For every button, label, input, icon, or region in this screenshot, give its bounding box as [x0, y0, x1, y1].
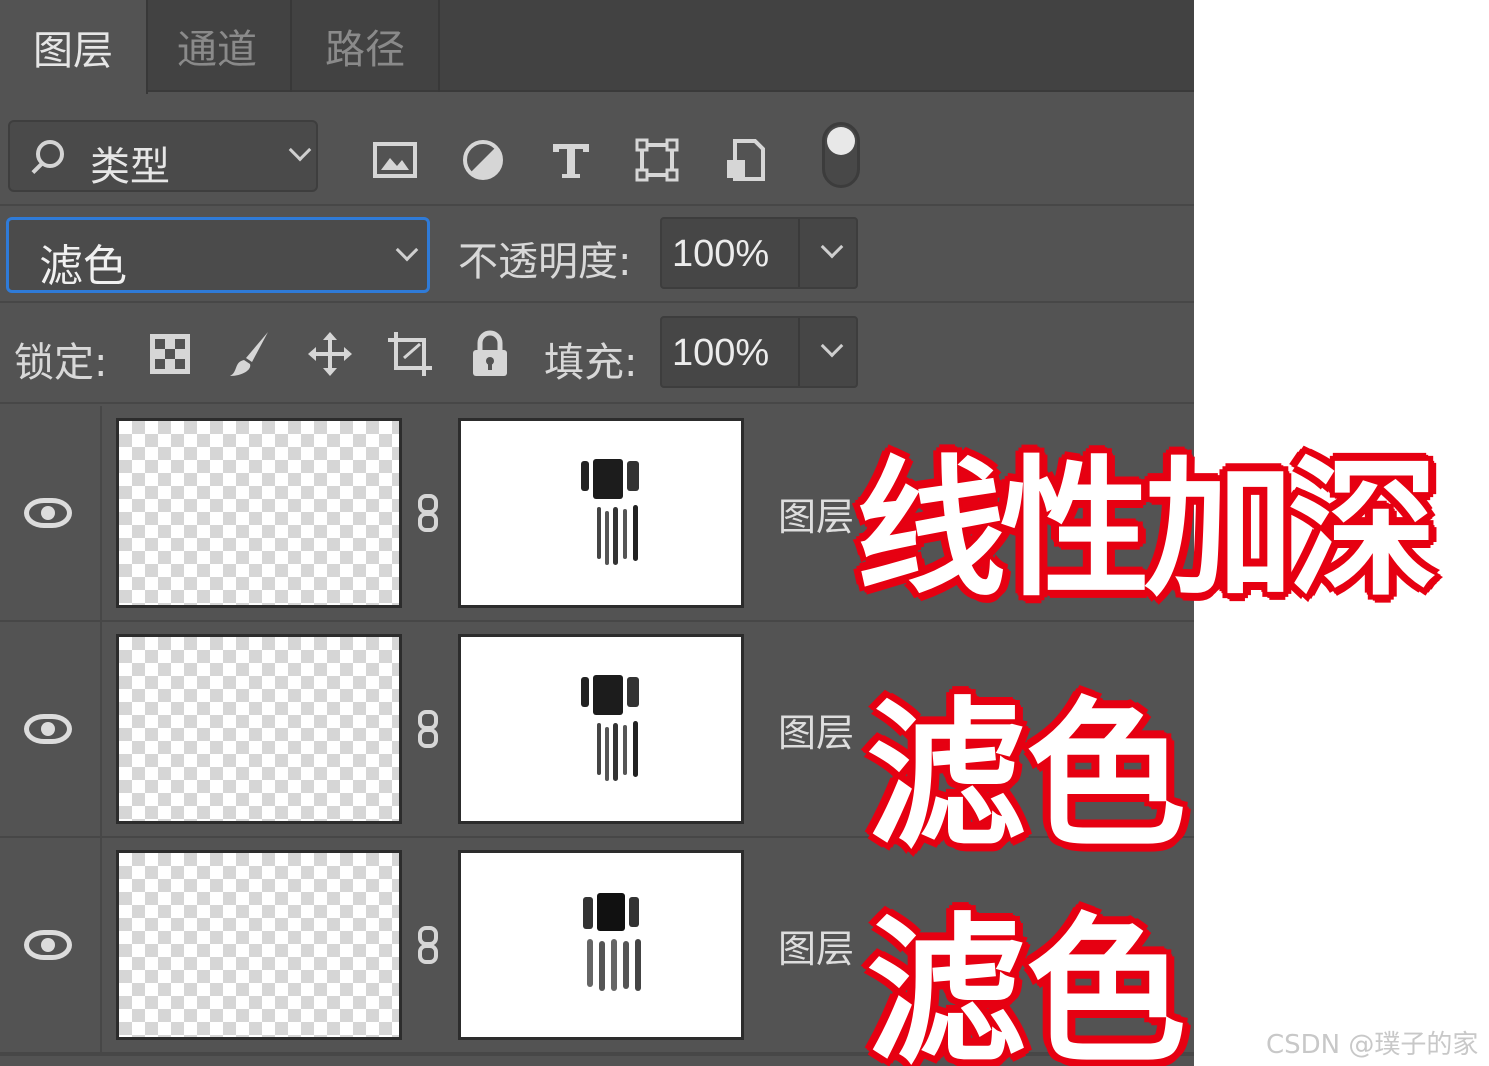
fill-field[interactable]: 100%: [660, 316, 858, 388]
link-icon[interactable]: [414, 494, 442, 536]
layer-thumbnail[interactable]: [116, 634, 402, 824]
visibility-column[interactable]: [0, 838, 102, 1054]
annotation-screen: 滤色: [866, 682, 1187, 869]
chevron-down-icon[interactable]: [820, 334, 844, 358]
lock-image-pixels-icon[interactable]: [226, 330, 274, 378]
panel-tab-bar: 图层 通道 路径: [0, 0, 1194, 94]
filter-row: 类型: [0, 94, 1194, 206]
annotation-linear-burn: 线性加深: [856, 443, 1438, 617]
eye-icon[interactable]: [24, 930, 72, 960]
blend-mode-value: 滤色: [39, 241, 127, 292]
opacity-field[interactable]: 100%: [660, 217, 858, 289]
layer-mask-thumbnail[interactable]: [458, 418, 744, 608]
adjustment-filter-icon[interactable]: [460, 138, 506, 182]
tab-paths[interactable]: 路径: [292, 0, 440, 92]
opacity-value[interactable]: 100%: [672, 233, 769, 276]
tab-channels[interactable]: 通道: [144, 0, 292, 92]
visibility-column[interactable]: [0, 622, 102, 838]
tab-layers[interactable]: 图层: [0, 0, 148, 94]
search-icon: [36, 140, 64, 168]
link-icon[interactable]: [414, 710, 442, 752]
chevron-down-icon: [395, 238, 419, 262]
chevron-down-icon[interactable]: [820, 235, 844, 259]
image-filter-icon[interactable]: [372, 138, 418, 182]
lock-label: 锁定:: [14, 340, 108, 386]
shape-filter-icon[interactable]: [634, 138, 680, 182]
field-divider: [798, 318, 800, 386]
fill-value[interactable]: 100%: [672, 332, 769, 375]
link-icon[interactable]: [414, 926, 442, 968]
field-divider: [798, 219, 800, 287]
layer-thumbnail[interactable]: [116, 850, 402, 1040]
layer-mask-thumbnail[interactable]: [458, 850, 744, 1040]
blend-row: 滤色 不透明度: 100%: [0, 207, 1194, 303]
fill-label: 填充:: [544, 340, 638, 386]
lock-transparent-pixels-icon[interactable]: [146, 330, 194, 378]
filter-kind-dropdown[interactable]: 类型: [8, 120, 318, 192]
blend-mode-dropdown[interactable]: 滤色: [6, 217, 430, 293]
filter-kind-label: 类型: [90, 144, 170, 190]
watermark: CSDN @璞子的家: [1266, 1030, 1479, 1060]
lock-artboard-icon[interactable]: [386, 330, 434, 378]
layer-name[interactable]: 图层: [778, 486, 854, 541]
annotation-screen: 滤色: [866, 898, 1187, 1066]
opacity-label: 不透明度:: [458, 239, 632, 285]
filter-toggle-switch[interactable]: [822, 122, 860, 188]
type-filter-icon[interactable]: [548, 138, 594, 182]
smart-object-filter-icon[interactable]: [722, 138, 768, 182]
eye-icon[interactable]: [24, 498, 72, 528]
layer-mask-thumbnail[interactable]: [458, 634, 744, 824]
toggle-knob: [827, 127, 855, 155]
layer-name[interactable]: 图层: [778, 918, 854, 973]
lock-row: 锁定: 填充: 100%: [0, 304, 1194, 404]
visibility-column[interactable]: [0, 406, 102, 622]
layer-name[interactable]: 图层: [778, 702, 854, 757]
eye-icon[interactable]: [24, 714, 72, 744]
lock-position-icon[interactable]: [306, 330, 354, 378]
lock-all-icon[interactable]: [466, 330, 514, 378]
layer-thumbnail[interactable]: [116, 418, 402, 608]
chevron-down-icon: [288, 138, 312, 162]
